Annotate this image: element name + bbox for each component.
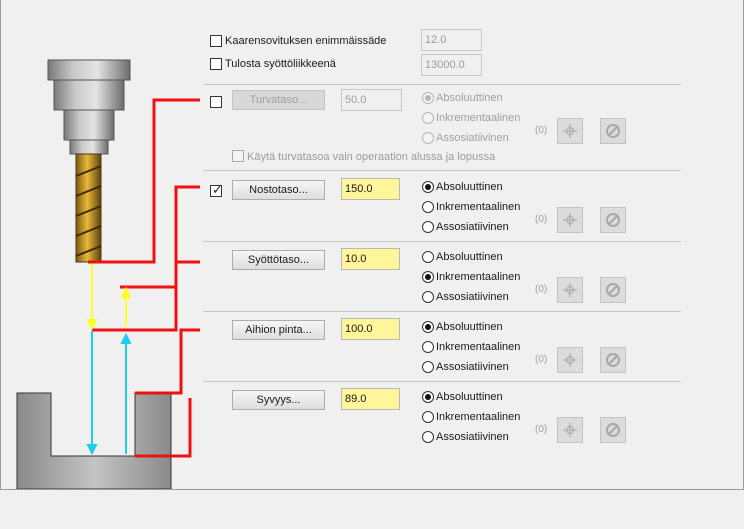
feed-pick-button[interactable] bbox=[557, 277, 583, 303]
tool-holder bbox=[47, 59, 131, 155]
clearance-absolute-label: Absoluuttinen bbox=[436, 92, 503, 104]
retract-checkbox[interactable]: ✓ bbox=[210, 182, 223, 197]
clear-selection-icon bbox=[606, 124, 620, 138]
clearance-incremental-label: Inkrementaalinen bbox=[436, 112, 521, 124]
clearance-absolute-radio[interactable] bbox=[422, 92, 434, 104]
cutter bbox=[75, 153, 102, 263]
separator bbox=[203, 311, 681, 312]
crosshair-pick-icon bbox=[563, 124, 577, 138]
stock-top-incremental-radio[interactable] bbox=[422, 341, 434, 353]
stock-top-field[interactable]: 100.0 bbox=[341, 318, 400, 340]
clear-selection-icon bbox=[606, 213, 620, 227]
stock-top-absolute-radio[interactable] bbox=[422, 321, 434, 333]
separator bbox=[203, 170, 681, 171]
output-feed-label: Tulosta syöttöliikkeenä bbox=[225, 58, 336, 70]
move-arrows bbox=[86, 331, 132, 456]
depth-absolute-radio[interactable] bbox=[422, 391, 434, 403]
stock-top-button[interactable]: Aihion pinta... bbox=[232, 320, 325, 340]
stock-top-incremental-label: Inkrementaalinen bbox=[436, 341, 521, 353]
clearance-count: (0) bbox=[535, 125, 548, 136]
clearance-only-start-end-label: Käytä turvatasoa vain operaation alussa … bbox=[247, 151, 496, 163]
output-feed-checkbox[interactable] bbox=[210, 58, 222, 70]
retract-associative-label: Assosiatiivinen bbox=[436, 221, 509, 233]
feed-associative-label: Assosiatiivinen bbox=[436, 291, 509, 303]
crosshair-pick-icon bbox=[563, 423, 577, 437]
depth-count: (0) bbox=[535, 424, 548, 435]
clearance-associative-radio[interactable] bbox=[422, 132, 434, 144]
feed-absolute-radio[interactable] bbox=[422, 251, 434, 263]
clearance-checkbox[interactable] bbox=[210, 96, 222, 108]
crosshair-pick-icon bbox=[563, 353, 577, 367]
retract-associative-radio[interactable] bbox=[422, 221, 434, 233]
clearance-associative-label: Assosiatiivinen bbox=[436, 132, 509, 144]
retract-absolute-radio[interactable] bbox=[422, 181, 434, 193]
separator bbox=[203, 241, 681, 242]
output-feed-field[interactable]: 13000.0 bbox=[421, 54, 482, 76]
depth-associative-label: Assosiatiivinen bbox=[436, 431, 509, 443]
depth-clear-button[interactable] bbox=[600, 417, 626, 443]
clear-selection-icon bbox=[606, 353, 620, 367]
feed-incremental-radio[interactable] bbox=[422, 271, 434, 283]
clearance-field[interactable]: 50.0 bbox=[341, 89, 402, 111]
stock-top-associative-label: Assosiatiivinen bbox=[436, 361, 509, 373]
clearance-incremental-radio[interactable] bbox=[422, 112, 434, 124]
clearance-pick-button[interactable] bbox=[557, 118, 583, 144]
crosshair-pick-icon bbox=[563, 213, 577, 227]
stock-block bbox=[16, 392, 172, 489]
feed-incremental-label: Inkrementaalinen bbox=[436, 271, 521, 283]
clearance-only-start-end-checkbox[interactable] bbox=[232, 150, 244, 162]
depth-incremental-radio[interactable] bbox=[422, 411, 434, 423]
retract-field[interactable]: 150.0 bbox=[341, 178, 400, 200]
clearance-clear-button[interactable] bbox=[600, 118, 626, 144]
arc-fit-field[interactable]: 12.0 bbox=[421, 29, 482, 51]
stock-top-count: (0) bbox=[535, 354, 548, 365]
depth-button[interactable]: Syvyys... bbox=[232, 390, 325, 410]
depth-incremental-label: Inkrementaalinen bbox=[436, 411, 521, 423]
retract-incremental-radio[interactable] bbox=[422, 201, 434, 213]
retract-absolute-label: Absoluuttinen bbox=[436, 181, 503, 193]
retract-clear-button[interactable] bbox=[600, 207, 626, 233]
separator bbox=[203, 84, 681, 85]
feed-button[interactable]: Syöttötaso... bbox=[232, 250, 325, 270]
retract-count: (0) bbox=[535, 214, 548, 225]
arc-fit-label: Kaarensovituksen enimmäissäde bbox=[225, 35, 387, 47]
retract-button[interactable]: Nostotaso... bbox=[232, 180, 325, 200]
separator bbox=[203, 381, 681, 382]
feed-field[interactable]: 10.0 bbox=[341, 248, 400, 270]
arc-fit-checkbox[interactable] bbox=[210, 35, 222, 47]
feed-arrows bbox=[86, 264, 132, 331]
heights-illustration bbox=[16, 59, 200, 489]
stock-top-associative-radio[interactable] bbox=[422, 361, 434, 373]
feed-associative-radio[interactable] bbox=[422, 291, 434, 303]
depth-pick-button[interactable] bbox=[557, 417, 583, 443]
retract-incremental-label: Inkrementaalinen bbox=[436, 201, 521, 213]
clear-selection-icon bbox=[606, 283, 620, 297]
clear-selection-icon bbox=[606, 423, 620, 437]
retract-pick-button[interactable] bbox=[557, 207, 583, 233]
crosshair-pick-icon bbox=[563, 283, 577, 297]
clearance-button[interactable]: Turvataso... bbox=[232, 90, 325, 110]
stock-top-clear-button[interactable] bbox=[600, 347, 626, 373]
depth-field[interactable]: 89.0 bbox=[341, 388, 400, 410]
check-mark-icon: ✓ bbox=[212, 182, 223, 197]
depth-associative-radio[interactable] bbox=[422, 431, 434, 443]
stock-top-pick-button[interactable] bbox=[557, 347, 583, 373]
stock-top-absolute-label: Absoluuttinen bbox=[436, 321, 503, 333]
depth-absolute-label: Absoluuttinen bbox=[436, 391, 503, 403]
feed-count: (0) bbox=[535, 284, 548, 295]
feed-absolute-label: Absoluuttinen bbox=[436, 251, 503, 263]
feed-clear-button[interactable] bbox=[600, 277, 626, 303]
